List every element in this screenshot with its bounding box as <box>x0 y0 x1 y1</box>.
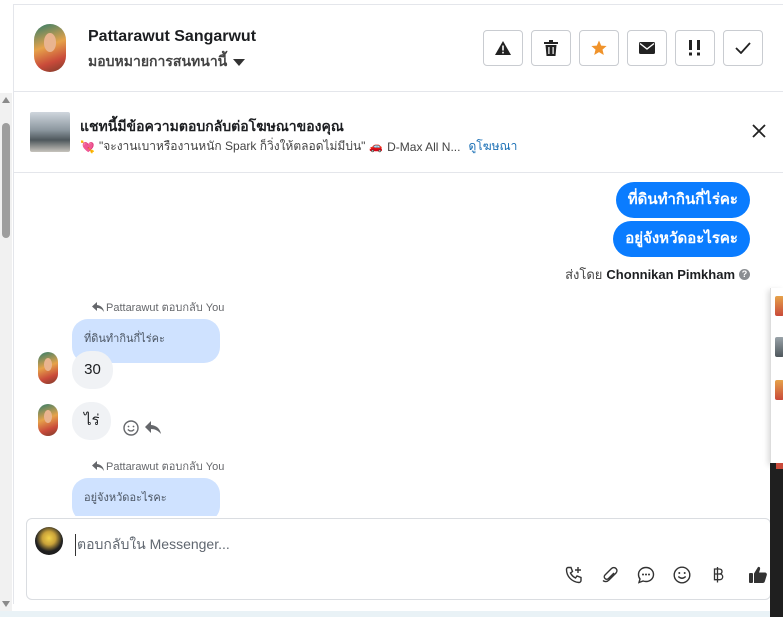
sent-by-prefix: ส่งโดย <box>565 267 603 282</box>
report-spam-button[interactable] <box>483 30 523 66</box>
paperclip-icon[interactable] <box>600 565 620 585</box>
message-tools <box>123 420 161 436</box>
scroll-up-arrow-icon[interactable] <box>2 97 10 103</box>
header-actions <box>483 30 763 66</box>
contact-avatar-small[interactable] <box>38 404 58 436</box>
reply-note: Pattarawut ตอบกลับ You <box>92 298 224 316</box>
assign-label: มอบหมายการสนทนานี้ <box>88 53 228 69</box>
scroll-thumb[interactable] <box>2 123 10 238</box>
sent-by-name: Chonnikan Pimkham <box>606 267 735 282</box>
caret-down-icon <box>233 59 246 66</box>
contact-avatar-small[interactable] <box>38 352 58 384</box>
mark-done-button[interactable] <box>723 30 763 66</box>
followup-icon <box>689 40 700 56</box>
sent-by-label: ส่งโดย Chonnikan Pimkham ? <box>565 264 750 285</box>
mark-followup-button[interactable] <box>675 30 715 66</box>
reply-icon[interactable] <box>145 421 161 435</box>
star-icon <box>591 40 607 55</box>
message-thread[interactable]: ที่ดินทำกินกี่ไร่คะ อยู่จังหวัดอะไรคะ ส่… <box>14 174 770 516</box>
message-composer[interactable]: ตอบกลับใน Messenger... <box>26 518 771 600</box>
delete-button[interactable] <box>531 30 571 66</box>
thumbnail[interactable] <box>775 296 783 316</box>
dark-panel-edge <box>770 463 783 617</box>
page-avatar <box>35 527 63 555</box>
react-emoji-icon[interactable] <box>123 420 139 436</box>
see-ad-link[interactable]: ดูโฆษณา <box>468 137 517 156</box>
ad-quote-text: "จะงานเบาหรืองานหนัก Spark ก็วิ่งให้ตลอด… <box>98 139 366 153</box>
incoming-message[interactable]: ไร่ <box>72 402 111 440</box>
heart-icon: 💘 <box>80 139 95 154</box>
contact-avatar[interactable] <box>34 24 66 72</box>
scrollbar[interactable] <box>0 93 12 613</box>
thumbs-up-icon[interactable] <box>748 565 768 585</box>
thumbnail <box>776 463 783 469</box>
banner-title: แชทนี้มีข้อความตอบกลับต่อโฆษณาของคุณ <box>80 118 344 134</box>
close-icon[interactable] <box>751 123 767 139</box>
quoted-message[interactable]: อยู่จังหวัดอะไรคะ <box>72 478 220 516</box>
warning-icon <box>495 41 511 55</box>
assign-conversation-dropdown[interactable]: มอบหมายการสนทนานี้ <box>88 51 246 73</box>
reply-input[interactable]: ตอบกลับใน Messenger... <box>75 534 230 556</box>
scroll-down-arrow-icon[interactable] <box>2 601 10 607</box>
banner-subtitle: 💘 "จะงานเบาหรืองานหนัก Spark ก็วิ่งให้ตล… <box>80 137 517 156</box>
bottom-bar <box>0 611 770 617</box>
star-button[interactable] <box>579 30 619 66</box>
composer-tools <box>564 565 770 585</box>
thumbnail[interactable] <box>775 337 783 357</box>
side-panel-edge[interactable] <box>770 288 783 463</box>
quick-reply-icon[interactable] <box>636 565 656 585</box>
reply-arrow-icon <box>92 461 104 471</box>
incoming-message[interactable]: 30 <box>72 351 113 389</box>
call-add-icon[interactable] <box>564 565 584 585</box>
envelope-icon <box>639 42 655 54</box>
trash-icon <box>544 40 558 56</box>
contact-name[interactable]: Pattarawut Sangarwut <box>88 28 256 46</box>
help-icon[interactable]: ? <box>739 269 750 280</box>
reply-note: Pattarawut ตอบกลับ You <box>92 457 224 475</box>
check-icon <box>735 42 751 54</box>
conversation-header: Pattarawut Sangarwut มอบหมายการสนทนานี้ <box>14 5 783 92</box>
ad-reply-banner: แชทนี้มีข้อความตอบกลับต่อโฆษณาของคุณ 💘 "… <box>14 93 783 173</box>
car-icon: 🚗 <box>369 141 384 153</box>
ad-name-text: D-Max All N... <box>387 139 461 154</box>
ad-thumbnail[interactable] <box>30 112 70 152</box>
outgoing-message[interactable]: อยู่จังหวัดอะไรคะ <box>613 221 750 257</box>
mark-unread-button[interactable] <box>627 30 667 66</box>
baht-icon[interactable] <box>708 565 728 585</box>
reply-arrow-icon <box>92 302 104 312</box>
outgoing-message[interactable]: ที่ดินทำกินกี่ไร่คะ <box>615 182 750 218</box>
emoji-icon[interactable] <box>672 565 692 585</box>
thumbnail[interactable] <box>775 380 783 400</box>
